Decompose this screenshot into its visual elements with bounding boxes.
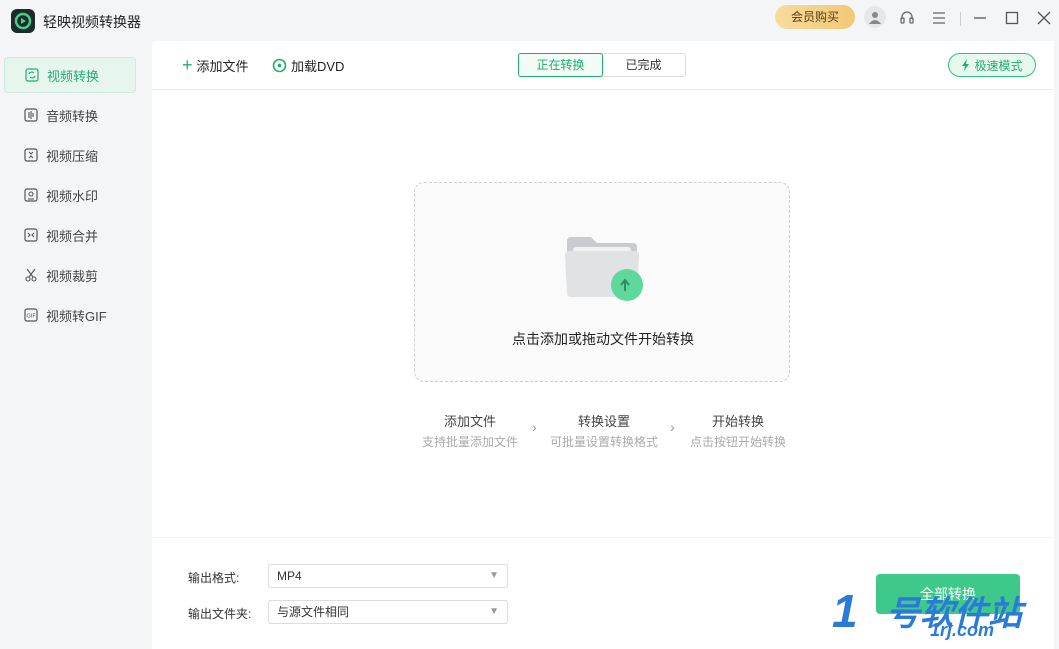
chevron-down-icon: ▼: [489, 570, 499, 581]
step-title: 开始转换: [711, 414, 764, 429]
main-panel: + 添加文件 加载DVD 正在转换 已完成 极速模式 点击添加或拖动文件开始转换: [152, 41, 1054, 537]
sidebar-item-video-merge[interactable]: 视频合并: [4, 217, 136, 253]
output-format-value: MP4: [277, 569, 302, 583]
dvd-icon: [272, 58, 287, 73]
sidebar-item-video-crop[interactable]: 视频裁剪: [4, 257, 136, 293]
load-dvd-label: 加载DVD: [291, 58, 345, 74]
chevron-down-icon: ▼: [489, 606, 499, 617]
maximize-icon[interactable]: [1002, 8, 1022, 28]
tab-converting[interactable]: 正在转换: [518, 53, 603, 77]
video-compress-icon: [24, 148, 38, 162]
step-title: 添加文件: [443, 414, 496, 429]
step-title: 转换设置: [577, 414, 630, 429]
scissors-icon: [24, 268, 38, 282]
steps-guide: 添加文件 支持批量添加文件 › 转换设置 可批量设置转换格式 › 开始转换 点击…: [414, 411, 804, 451]
status-tabs: 正在转换 已完成: [518, 53, 686, 77]
output-folder-value: 与源文件相同: [277, 605, 350, 619]
step-add-file: 添加文件 支持批量添加文件: [414, 411, 526, 450]
video-convert-icon: [25, 68, 39, 82]
site-watermark-logo: 1: [832, 585, 858, 637]
sidebar-item-video-watermark[interactable]: 视频水印: [4, 177, 136, 213]
audio-convert-icon: [24, 108, 38, 122]
turbo-mode-label: 极速模式: [974, 58, 1023, 73]
gif-icon: GIF: [24, 308, 38, 322]
vip-purchase-button[interactable]: 会员购买: [775, 5, 855, 29]
output-format-select[interactable]: MP4 ▼: [268, 564, 508, 588]
headset-support-icon[interactable]: [897, 8, 917, 28]
sidebar-item-video-to-gif[interactable]: GIF 视频转GIF: [4, 297, 136, 333]
minimize-icon[interactable]: [970, 8, 990, 28]
sidebar-item-label: 视频转GIF: [46, 308, 107, 324]
title-bar: 轻映视频转换器 会员购买: [0, 0, 1059, 38]
user-avatar-icon[interactable]: [864, 6, 886, 28]
step-desc: 可批量设置转换格式: [549, 435, 658, 449]
add-file-button[interactable]: + 添加文件: [182, 55, 249, 75]
sidebar-item-video-compress[interactable]: 视频压缩: [4, 137, 136, 173]
sidebar-item-label: 视频转换: [47, 68, 100, 84]
sidebar-item-label: 视频水印: [46, 188, 99, 204]
step-start-convert: 开始转换 点击按钮开始转换: [682, 411, 794, 450]
output-folder-label: 输出文件夹:: [188, 607, 252, 621]
lightning-icon: [961, 59, 971, 71]
video-watermark-icon: [24, 188, 38, 202]
video-merge-icon: [24, 228, 38, 242]
output-format-label: 输出格式:: [188, 571, 240, 585]
menu-icon[interactable]: [929, 8, 949, 28]
drop-zone-text: 点击添加或拖动文件开始转换: [512, 331, 694, 347]
svg-text:GIF: GIF: [27, 314, 36, 320]
sidebar-item-label: 音频转换: [46, 108, 99, 124]
load-dvd-button[interactable]: 加载DVD: [272, 55, 344, 75]
add-file-label: 添加文件: [196, 58, 249, 74]
tab-completed[interactable]: 已完成: [602, 54, 685, 76]
chevron-right-icon: ›: [532, 419, 537, 435]
sidebar-item-label: 视频裁剪: [46, 268, 99, 284]
close-icon[interactable]: [1034, 8, 1054, 28]
app-title: 轻映视频转换器: [43, 14, 141, 30]
file-drop-zone[interactable]: 点击添加或拖动文件开始转换: [414, 182, 790, 382]
sidebar-item-audio-convert[interactable]: 音频转换: [4, 97, 136, 133]
sidebar: 视频转换 音频转换 视频压缩 视频水印 视频合并 视频裁剪 GIF 视频转GIF: [0, 41, 152, 649]
site-watermark-url: 1rj.com: [930, 620, 995, 640]
step-desc: 支持批量添加文件: [421, 435, 518, 449]
folder-upload-icon: [563, 231, 649, 305]
toolbar-divider: [152, 89, 1054, 90]
sidebar-item-video-convert[interactable]: 视频转换: [4, 57, 136, 93]
chevron-right-icon: ›: [670, 419, 675, 435]
plus-icon: +: [182, 55, 193, 75]
output-folder-select[interactable]: 与源文件相同 ▼: [268, 600, 508, 624]
step-desc: 点击按钮开始转换: [689, 435, 786, 449]
app-logo-icon: [11, 9, 35, 33]
turbo-mode-button[interactable]: 极速模式: [948, 53, 1036, 77]
sidebar-item-label: 视频合并: [46, 228, 99, 244]
step-convert-settings: 转换设置 可批量设置转换格式: [544, 411, 664, 450]
title-separator: [960, 12, 961, 26]
sidebar-item-label: 视频压缩: [46, 148, 99, 164]
